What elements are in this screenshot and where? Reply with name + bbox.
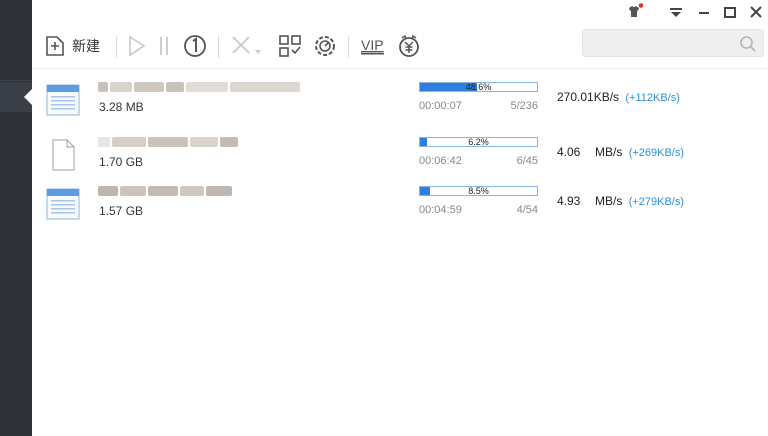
file-name-redacted	[98, 182, 338, 196]
download-row[interactable]: 1.70 GB 6.2% 00:06:42 6/45 4.06 MB/s (+26…	[32, 131, 768, 181]
speed-delta: (+279KB/s)	[628, 196, 685, 208]
title-bar	[32, 0, 768, 24]
file-name-redacted	[98, 78, 338, 92]
sidebar	[0, 0, 32, 436]
toolbar: 新建 VIP	[32, 24, 768, 68]
vip-button[interactable]: VIP	[360, 32, 386, 60]
gear-speed-icon	[315, 36, 335, 56]
speed-unit: MB/s	[595, 194, 623, 208]
play-icon	[129, 35, 146, 57]
file-size: 3.28 MB	[99, 100, 144, 114]
maximize-button[interactable]	[720, 3, 740, 21]
qrcode-button[interactable]	[278, 32, 302, 60]
search-icon	[740, 36, 756, 52]
svg-text:VIP: VIP	[361, 37, 384, 53]
wallet-button[interactable]	[396, 32, 422, 60]
speed-unit: MB/s	[595, 145, 623, 159]
new-task-button[interactable]: 新建	[44, 32, 100, 60]
priority-one-icon	[184, 35, 206, 57]
minimize-icon	[699, 12, 709, 14]
close-button[interactable]	[746, 3, 766, 21]
yuan-coin-icon	[399, 34, 419, 57]
qrcode-icon	[279, 35, 301, 57]
speed-value: 4.06	[557, 145, 581, 159]
active-indicator-icon	[24, 89, 32, 105]
sidebar-divider	[0, 80, 32, 81]
speed-value: 4.93	[557, 194, 581, 208]
menu-button[interactable]	[666, 3, 686, 21]
priority-button[interactable]	[182, 32, 208, 60]
toolbar-divider	[116, 36, 117, 58]
download-row[interactable]: 1.57 GB 8.5% 00:04:59 4/54 4.93 MB/s (+27…	[32, 180, 768, 230]
toolbar-divider	[218, 36, 219, 58]
speed-delta: (+269KB/s)	[628, 147, 685, 159]
speed-delta: (+112KB/s)	[625, 92, 680, 104]
download-speed: 4.06 MB/s (+269KB/s)	[557, 145, 684, 159]
pause-button[interactable]	[156, 32, 172, 60]
webpage-file-icon	[46, 84, 80, 116]
delete-button[interactable]	[230, 32, 266, 60]
progress-bar: 8.5%	[419, 186, 538, 196]
elapsed-time: 00:00:07	[419, 100, 462, 112]
search-input[interactable]	[582, 29, 764, 57]
progress-bar: 6.2%	[419, 137, 538, 147]
toolbar-divider	[348, 36, 349, 58]
speed-unit: KB/s	[593, 90, 620, 104]
chunk-count: 4/54	[516, 204, 538, 216]
shirt-icon	[629, 3, 644, 17]
download-speed: 4.93 MB/s (+279KB/s)	[557, 194, 684, 208]
skin-button[interactable]	[624, 3, 644, 21]
progress-percent: 48.6%	[465, 82, 492, 92]
chunk-count: 5/236	[510, 100, 538, 112]
progress-bar: 48.6%	[419, 82, 538, 92]
new-task-label: 新建	[72, 38, 100, 54]
start-button[interactable]	[126, 32, 148, 60]
menu-dropdown-icon	[670, 8, 682, 17]
maximize-icon	[724, 7, 736, 18]
file-size: 1.57 GB	[99, 204, 144, 218]
file-size: 1.70 GB	[99, 155, 144, 169]
speed-value: 270.01	[557, 90, 594, 104]
progress-percent: 6.2%	[468, 137, 489, 147]
download-speed: 270.01KB/s (+112KB/s)	[557, 90, 680, 104]
elapsed-time: 00:04:59	[419, 204, 462, 216]
close-icon	[750, 6, 762, 18]
minimize-button[interactable]	[694, 3, 714, 21]
pause-icon	[160, 37, 168, 55]
blank-file-icon	[52, 139, 75, 171]
elapsed-time: 00:06:42	[419, 155, 462, 167]
progress-percent: 8.5%	[468, 186, 489, 196]
toolbar-divider-line	[32, 68, 768, 69]
file-name-redacted	[98, 133, 338, 147]
delete-dropdown-icon	[232, 36, 261, 54]
new-file-icon	[46, 36, 64, 56]
webpage-file-icon	[46, 188, 80, 220]
chunk-count: 6/45	[516, 155, 538, 167]
download-row[interactable]: 3.28 MB 48.6% 00:00:07 5/236 270.01KB/s …	[32, 76, 768, 126]
vip-icon: VIP	[361, 37, 384, 55]
speedup-button[interactable]	[312, 32, 338, 60]
